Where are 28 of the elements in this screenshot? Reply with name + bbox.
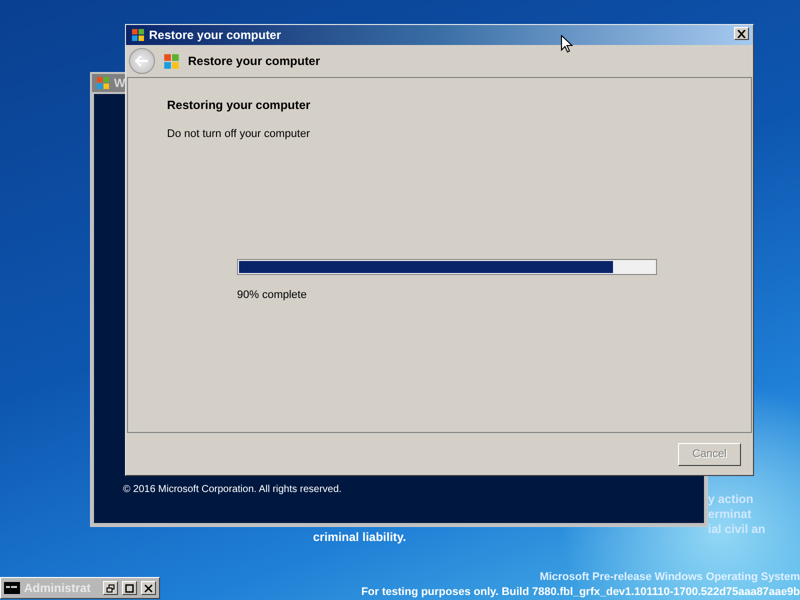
- windows-logo-icon: [131, 28, 145, 42]
- window-title: W: [114, 76, 126, 90]
- maximize-icon: [125, 584, 134, 592]
- windows-logo-icon: [163, 52, 180, 70]
- window-title: Restore your computer: [149, 28, 282, 42]
- notice-text: erminat: [708, 507, 752, 522]
- build-info-text: Microsoft Pre-release Windows Operating System: [540, 570, 800, 585]
- close-button[interactable]: [141, 581, 156, 595]
- close-icon: [737, 30, 746, 38]
- close-icon: [144, 584, 153, 592]
- notice-text: criminal liability.: [313, 530, 406, 544]
- back-arrow-icon: [135, 55, 149, 67]
- windows-logo-icon: [96, 76, 110, 90]
- console-icon: [4, 582, 20, 594]
- restore-button[interactable]: [103, 581, 118, 595]
- restore-icon: [106, 584, 115, 592]
- status-message: Do not turn off your computer: [167, 128, 311, 140]
- back-button[interactable]: [129, 48, 155, 74]
- maximize-button[interactable]: [122, 581, 137, 595]
- page-heading: Restoring your computer: [167, 98, 312, 112]
- progress-text: 90% complete: [237, 289, 308, 301]
- close-button[interactable]: [734, 27, 749, 40]
- build-info-text: For testing purposes only. Build 7880.fbl_grfx_dev1.101110-1700.522d75aaa87aae9b: [361, 585, 800, 600]
- copyright-text: © 2016 Microsoft Corporation. All rights reserved.: [123, 484, 343, 495]
- notice-text: y action: [708, 492, 754, 507]
- mouse-cursor-icon: [561, 35, 573, 53]
- header-title: Restore your computer: [188, 54, 320, 68]
- notice-text: ial civil an: [708, 522, 766, 537]
